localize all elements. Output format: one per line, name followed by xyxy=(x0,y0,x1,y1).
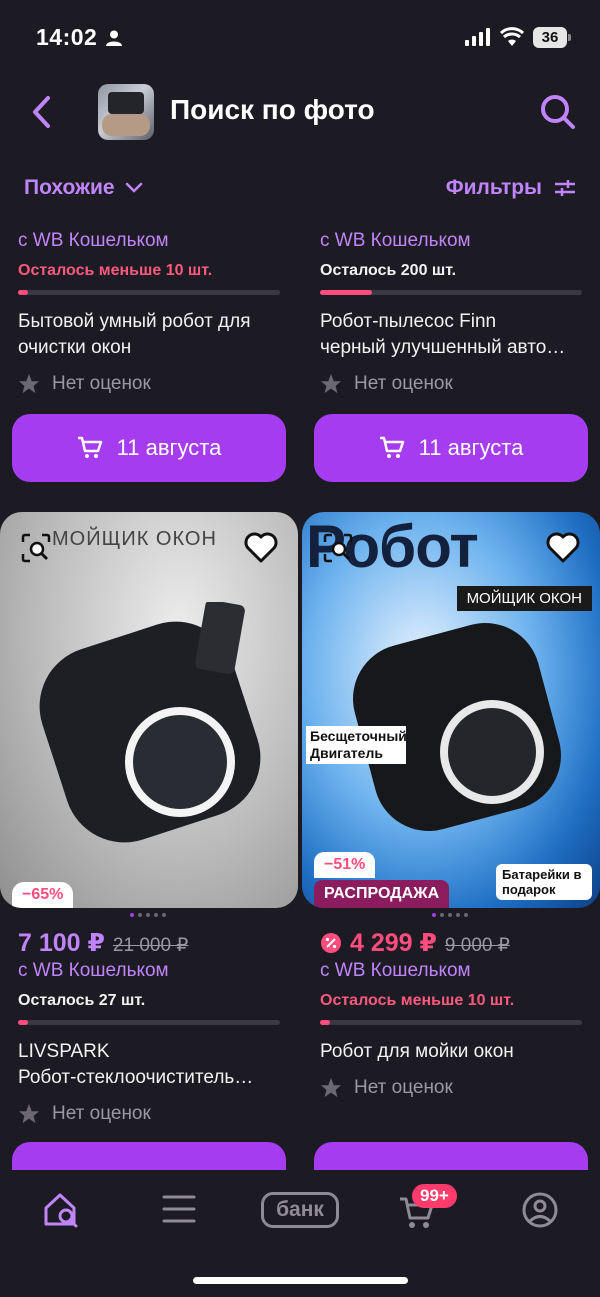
product-card[interactable]: 7 100 ₽ 21 000 ₽ с WB Кошельком Осталось… xyxy=(18,928,304,1125)
wallet-price-note: с WB Кошельком xyxy=(320,230,471,251)
battery-indicator: 36 xyxy=(533,27,571,48)
product-card[interactable]: с WB Кошельком Осталось 200 шт. Робот-пы… xyxy=(320,228,600,395)
rating: Нет оценок xyxy=(18,1103,304,1125)
profile-icon[interactable] xyxy=(522,1192,558,1228)
sale-tag: РАСПРОДАЖА xyxy=(314,880,450,908)
rating: Нет оценок xyxy=(320,373,600,395)
image-pager-dots xyxy=(432,913,468,917)
discount-badge: −65% xyxy=(12,882,74,908)
wifi-icon xyxy=(500,27,524,46)
favorite-heart-icon[interactable] xyxy=(546,532,580,564)
stock-bar xyxy=(320,1020,582,1025)
delivery-date: 11 августа xyxy=(116,435,222,460)
page-title: Поиск по фото xyxy=(170,94,375,125)
add-to-cart-button[interactable]: 11 августа xyxy=(314,414,588,482)
delivery-date: 11 августа xyxy=(418,435,524,460)
stock-bar-fill xyxy=(18,1020,29,1025)
product-name[interactable]: Бытовой умный робот для очистки окон xyxy=(18,309,304,361)
cart-count-badge: 99+ xyxy=(412,1184,457,1208)
person-icon xyxy=(106,30,122,46)
favorite-heart-icon[interactable] xyxy=(244,532,278,564)
star-icon xyxy=(320,373,342,394)
image-pager-dots xyxy=(130,913,166,917)
search-photo-thumbnail[interactable] xyxy=(98,84,154,140)
product-image-gift-note: Батарейки в подарок xyxy=(496,864,592,900)
battery-level: 36 xyxy=(533,27,567,48)
brand: LIVSPARK xyxy=(18,1041,110,1062)
product-card[interactable]: с WB Кошельком Осталось меньше 10 шт. Бы… xyxy=(18,228,304,395)
cart-icon xyxy=(379,436,404,458)
product-name[interactable]: Робот для мойки окон xyxy=(320,1039,600,1065)
star-icon xyxy=(18,373,40,394)
product-image-caption: МОЙЩИК ОКОН xyxy=(52,528,217,550)
header: Поиск по фото xyxy=(0,80,600,144)
price-row: 7 100 ₽ 21 000 ₽ xyxy=(18,928,304,958)
product-image-feature: Бесщеточный Двигатель xyxy=(306,726,407,764)
price: 7 100 ₽ xyxy=(18,929,105,957)
status-time: 14:02 xyxy=(36,24,98,50)
old-price: 9 000 ₽ xyxy=(444,935,510,956)
price: 4 299 ₽ xyxy=(350,929,437,957)
product-image-subtitle: МОЙЩИК ОКОН xyxy=(456,586,592,611)
similar-label: Похожие xyxy=(24,176,115,199)
sliders-icon xyxy=(555,180,575,196)
stock-bar-fill xyxy=(320,290,373,295)
signal-icon xyxy=(465,28,490,46)
similar-dropdown[interactable]: Похожие xyxy=(24,176,143,200)
stock-bar xyxy=(320,290,582,295)
catalog-menu-icon[interactable] xyxy=(162,1194,196,1224)
discount-badge: −51% xyxy=(314,852,376,878)
stock-status: Осталось меньше 10 шт. xyxy=(18,262,213,279)
stock-status: Осталось 200 шт. xyxy=(320,262,457,279)
star-icon xyxy=(320,1077,342,1098)
cart-icon xyxy=(77,436,102,458)
visual-search-icon[interactable] xyxy=(20,532,52,564)
product-image[interactable]: Робот МОЙЩИК ОКОН Бесщеточный Двигатель … xyxy=(302,512,600,908)
rating: Нет оценок xyxy=(320,1077,600,1099)
product-card[interactable]: 4 299 ₽ 9 000 ₽ с WB Кошельком Осталось … xyxy=(320,928,600,1099)
home-search-icon[interactable] xyxy=(42,1190,82,1230)
add-to-cart-button[interactable]: 11 августа xyxy=(12,414,286,482)
stock-bar-fill xyxy=(320,1020,331,1025)
stock-bar xyxy=(18,1020,280,1025)
stock-status: Осталось меньше 10 шт. xyxy=(320,992,515,1009)
home-indicator xyxy=(193,1277,408,1284)
filters-button[interactable]: Фильтры xyxy=(446,176,576,200)
stock-bar-fill xyxy=(18,290,29,295)
old-price: 21 000 ₽ xyxy=(112,935,189,956)
filter-bar: Похожие Фильтры xyxy=(0,164,600,214)
bank-tab[interactable]: банк xyxy=(261,1192,339,1228)
stock-bar xyxy=(18,290,280,295)
chevron-down-icon xyxy=(125,182,142,193)
wallet-price-note: с WB Кошельком xyxy=(18,230,169,251)
robot-illustration xyxy=(39,602,261,843)
star-icon xyxy=(18,1103,40,1124)
filters-label: Фильтры xyxy=(445,176,542,199)
back-arrow-icon[interactable] xyxy=(30,94,54,130)
status-bar: 14:02 36 xyxy=(0,0,600,80)
sale-percent-icon xyxy=(321,933,341,953)
search-icon[interactable] xyxy=(538,92,578,132)
wallet-price-note: с WB Кошельком xyxy=(18,960,169,981)
price-row: 4 299 ₽ 9 000 ₽ xyxy=(320,928,600,958)
visual-search-icon[interactable] xyxy=(322,532,354,564)
product-image[interactable]: МОЙЩИК ОКОН −65% xyxy=(0,512,298,908)
wallet-price-note: с WB Кошельком xyxy=(320,960,471,981)
product-name[interactable]: LIVSPARK Робот-стеклоочиститель… xyxy=(18,1039,304,1091)
stock-status: Осталось 27 шт. xyxy=(18,992,146,1009)
rating: Нет оценок xyxy=(18,373,304,395)
product-name[interactable]: Робот-пылесос Finn черный улучшенный авт… xyxy=(320,309,600,361)
